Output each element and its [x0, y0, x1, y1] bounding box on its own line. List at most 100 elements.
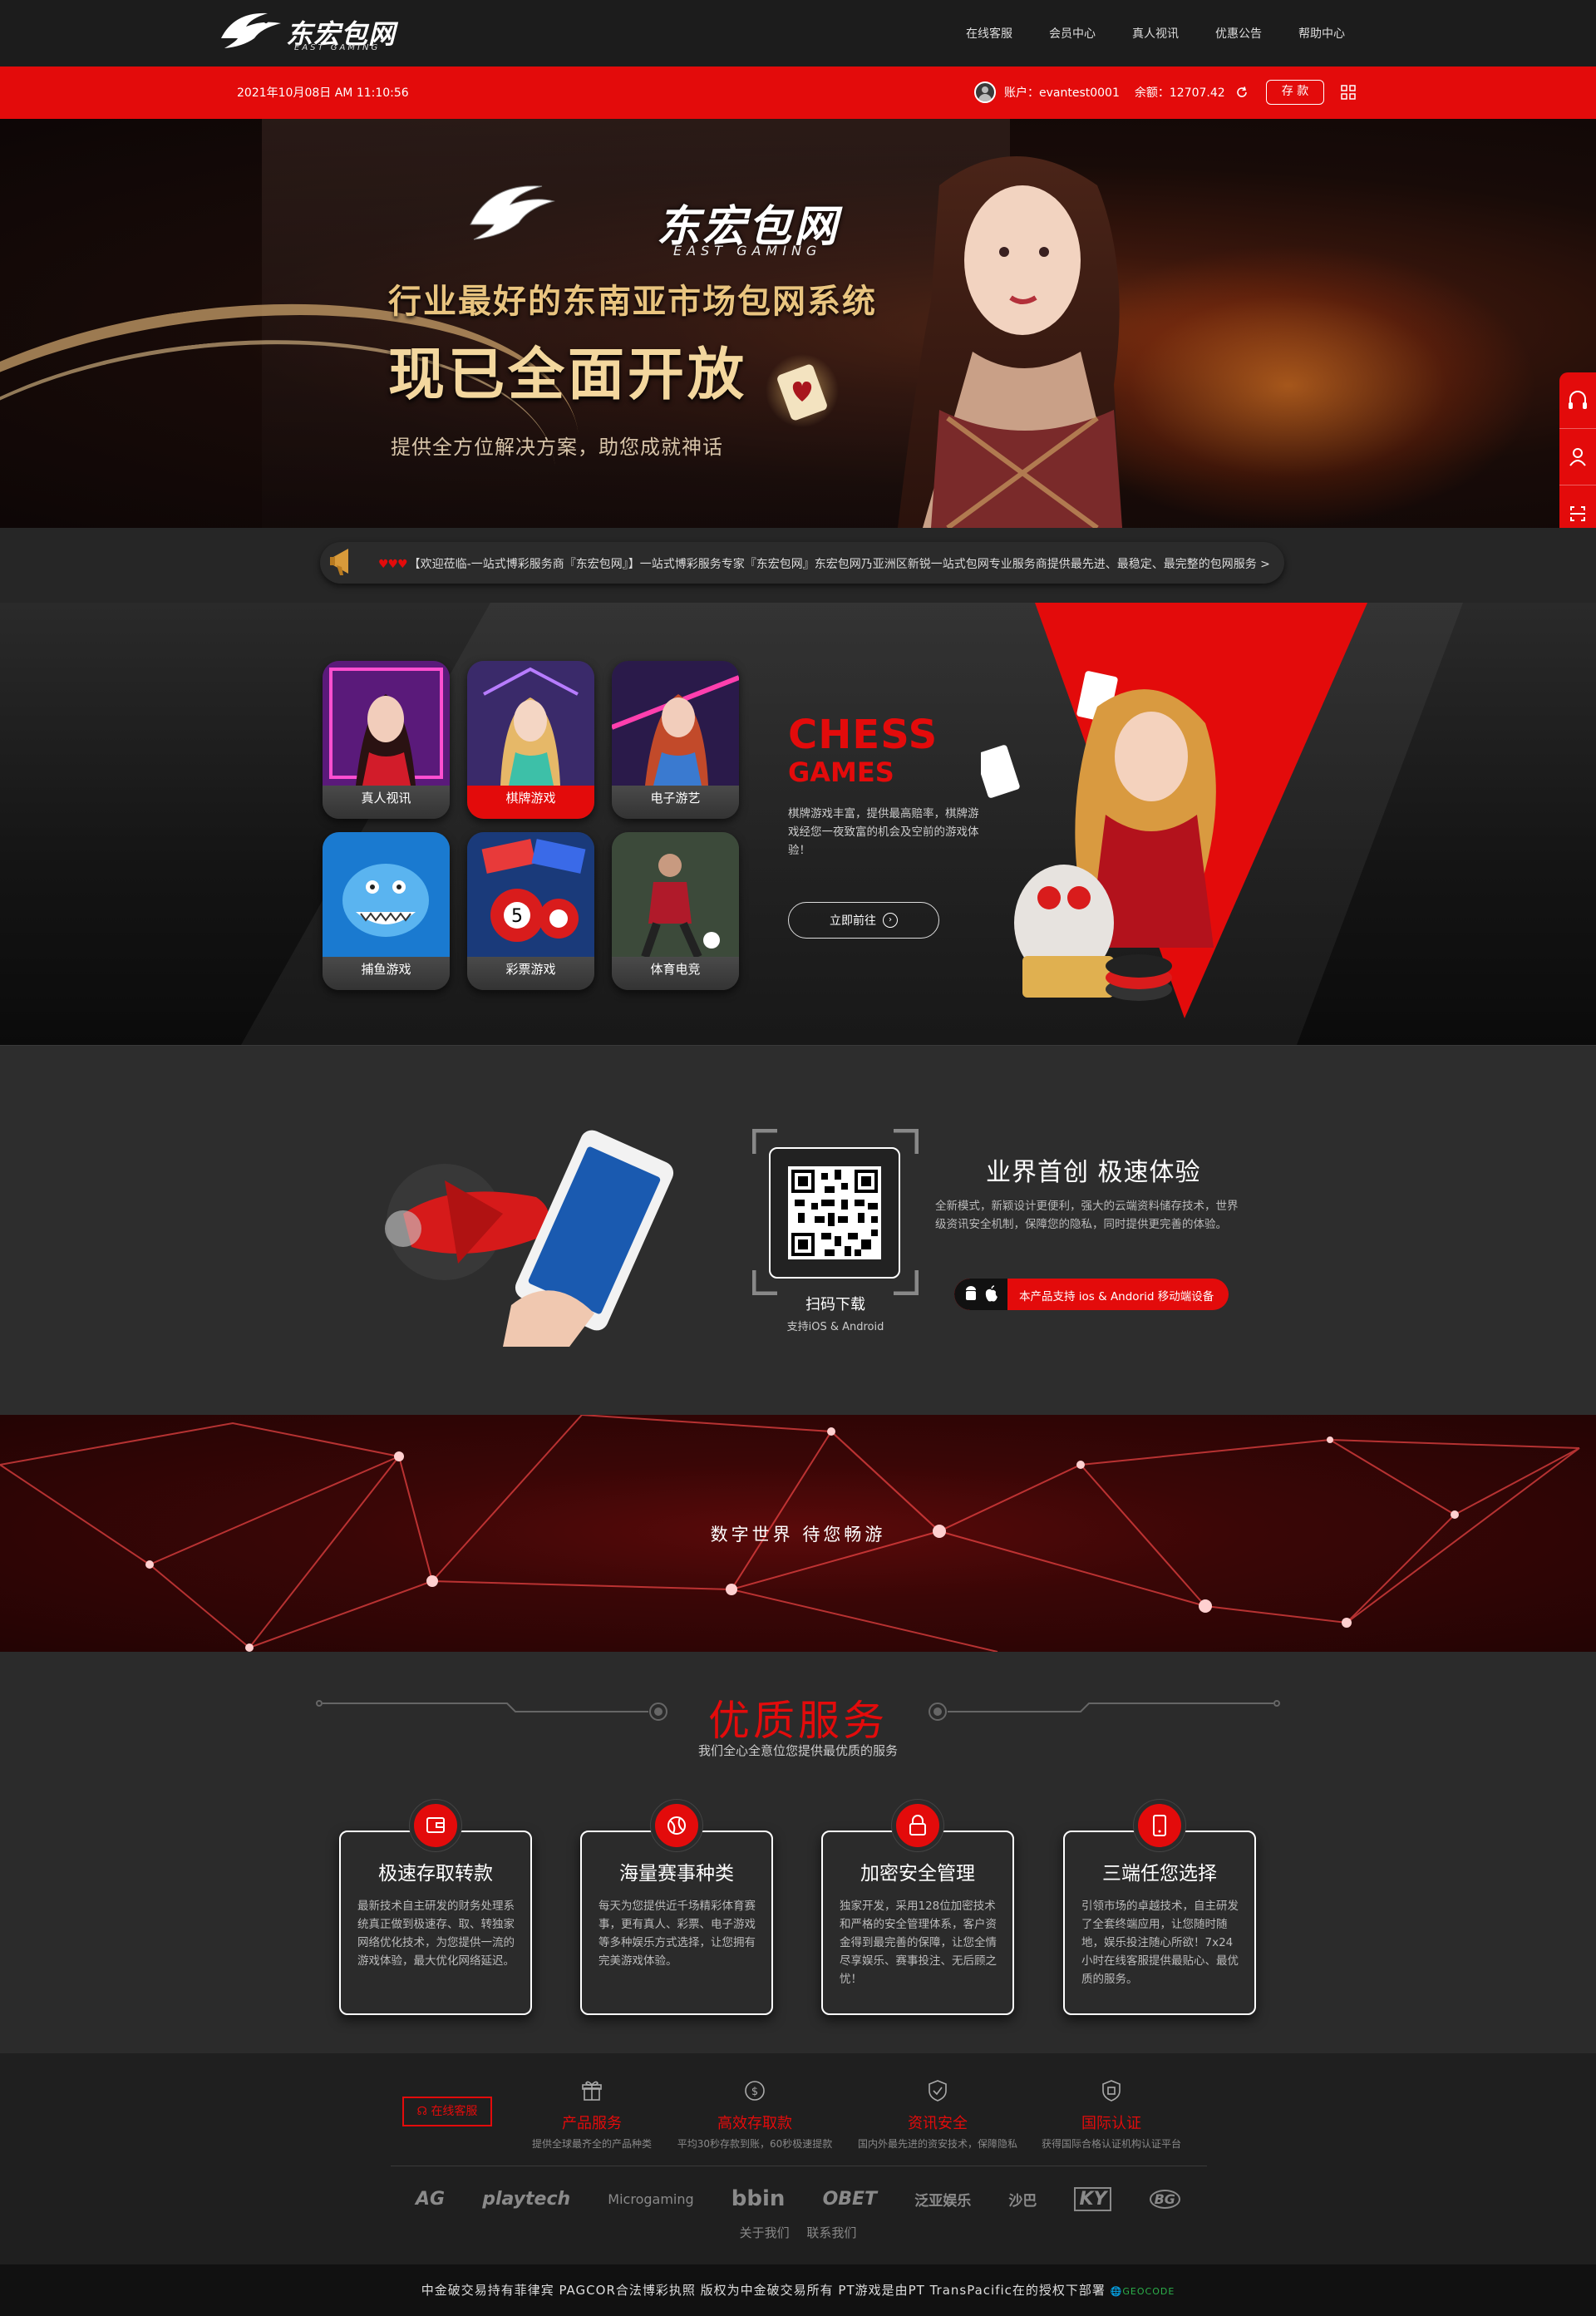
partner-logo-bbin: bbin [731, 2186, 786, 2211]
megaphone-icon [330, 549, 348, 575]
services-subtitle: 我们全心全意位您提供最优质的服务 [697, 1743, 898, 1758]
chess-games-image [467, 661, 594, 786]
footer-feature: 资讯安全 国内外最先进的资安技术，保障隐私 [846, 2078, 1029, 2151]
feature-title: 高效存取款 [717, 2115, 792, 2132]
banner-eagle-icon [470, 185, 555, 240]
app-promo-image [385, 1130, 674, 1347]
deposit-button[interactable]: 存 款 [1266, 80, 1324, 105]
geocode-badge: 🌐GEOCODE [1111, 2286, 1175, 2297]
service-description: 独家开发，采用128位加密技术和严格的安全管理体系，客户资金得到最完善的保障，让… [840, 1900, 997, 1986]
chess-title: CHESS [788, 712, 938, 758]
wallet-icon [410, 1800, 461, 1851]
feature-description: 获得国际合格认证机构认证平台 [1041, 2138, 1181, 2150]
account-balance: 余额：12707.42 [1134, 86, 1225, 100]
site-logo[interactable]: 东宏包网 EAST GAMING [218, 5, 409, 53]
account-info: 账户：evantest0001 余额：12707.42 [974, 78, 1249, 106]
account-name: 账户：evantest0001 [1004, 86, 1120, 100]
svg-text:5: 5 [511, 906, 523, 927]
network-slogan: 数字世界 待您畅游 [710, 1525, 886, 1545]
fishing-image [323, 832, 450, 957]
os-icons [954, 1279, 1007, 1310]
headset-icon: ☊ [416, 2105, 431, 2118]
game-card-label: 真人视讯 [323, 786, 450, 819]
footer-feature: 产品服务 提供全球最齐全的产品种类 [500, 2078, 683, 2151]
refresh-icon[interactable] [1235, 86, 1249, 99]
nav-promotions[interactable]: 优惠公告 [1197, 25, 1280, 42]
footer-feature: 国际认证 获得国际合格认证机构认证平台 [1020, 2078, 1203, 2151]
current-datetime: 2021年10月08日 AM 11:10:56 [237, 86, 409, 100]
download-description: 全新模式，新颖设计更便利，强大的云端资料储存技术，世界级资讯安全机制，保障您的隐… [935, 1200, 1239, 1231]
game-card-live-casino[interactable]: 真人视讯 [323, 661, 450, 819]
arrow-right-icon: › [883, 913, 898, 928]
partner-logo-microgaming: Microgaming [608, 2190, 694, 2207]
scan-download-label: 扫码下载 [805, 1296, 865, 1313]
grid-menu-icon[interactable] [1340, 84, 1357, 101]
footer-live-chat-button[interactable]: ☊ 在线客服 [402, 2097, 492, 2126]
live-casino-image [323, 661, 450, 786]
ball-icon [651, 1800, 702, 1851]
game-card-slots[interactable]: 电子游艺 [612, 661, 739, 819]
nav-member-center[interactable]: 会员中心 [1031, 25, 1114, 42]
chess-mascot-image [981, 671, 1216, 1001]
service-card[interactable]: 极速存取转款 最新技术自主研发的财务处理系统真正做到极速存、取、转独家网络优化技… [339, 1831, 532, 2015]
geocode-label: GEOCODE [1122, 2286, 1175, 2297]
platform-support-badge: 本产品支持 ios & Andorid 移动端设备 [954, 1279, 1229, 1310]
partner-logo-playtech: playtech [482, 2188, 571, 2210]
about-us-link[interactable]: 关于我们 [740, 2225, 790, 2240]
partner-logo-obet: OBET [822, 2188, 878, 2210]
banner-logo-subtext: EAST GAMING [673, 243, 822, 259]
lottery-image: 5 [467, 832, 594, 957]
service-title: 极速存取转款 [378, 1863, 493, 1885]
slots-image [612, 661, 739, 786]
announcement-text: ♥♥♥ 【欢迎莅临-一站式博彩服务商『东宏包网』】一站式博彩服务专家『东宏包网』东… [378, 555, 1270, 572]
feature-description: 平均30秒存款到账，60秒极速提款 [677, 2138, 833, 2150]
nav-live-support[interactable]: 在线客服 [948, 25, 1031, 42]
service-card[interactable]: 海量赛事种类 每天为您提供近千场精彩体育赛事，更有真人、彩票、电子游戏等多种娱乐… [580, 1831, 773, 2015]
avatar-icon [974, 81, 996, 103]
feature-description: 提供全球最齐全的产品种类 [531, 2138, 652, 2150]
game-card-fishing[interactable]: 捕鱼游戏 [323, 832, 450, 990]
hero-banner[interactable] [0, 119, 1596, 528]
announcement-message: 【欢迎莅临-一站式博彩服务商『东宏包网』】一站式博彩服务专家『东宏包网』东宏包网… [408, 558, 1270, 571]
footer-links: 关于我们 联系我们 [0, 2224, 1596, 2241]
feature-title: 资讯安全 [908, 2115, 968, 2132]
user-icon [1569, 448, 1586, 466]
copyright-message: 中金破交易持有菲律宾 PAGCOR合法博彩执照 版权为中金破交易所有 PT游戏是… [421, 2283, 1106, 2298]
feature-title: 国际认证 [1081, 2115, 1141, 2132]
headset-icon [1569, 391, 1587, 409]
svg-text:$: $ [751, 2086, 758, 2098]
game-card-lottery[interactable]: 5 彩票游戏 [467, 832, 594, 990]
lock-icon [892, 1800, 943, 1851]
feature-title: 产品服务 [562, 2115, 622, 2132]
footer-feature: $ 高效存取款 平均30秒存款到账，60秒极速提款 [663, 2078, 846, 2151]
game-card-chess[interactable]: 棋牌游戏 [467, 661, 594, 819]
playing-card-icon [766, 354, 839, 427]
services-title: 优质服务 [708, 1697, 888, 1745]
nav-help-center[interactable]: 帮助中心 [1280, 25, 1363, 42]
platform-support-text: 本产品支持 ios & Andorid 移动端设备 [1019, 1290, 1214, 1303]
dollar-icon: $ [745, 2081, 765, 2101]
qr-code-icon[interactable] [788, 1166, 881, 1259]
download-title: 业界首创 极速体验 [986, 1158, 1201, 1187]
partner-logo-bg: BG [1149, 2189, 1180, 2209]
feature-description: 国内外最先进的资安技术，保障隐私 [857, 2138, 1017, 2150]
side-account-button[interactable] [1559, 429, 1596, 485]
contact-us-link[interactable]: 联系我们 [806, 2225, 856, 2240]
game-card-label: 捕鱼游戏 [323, 957, 450, 990]
service-card[interactable]: 加密安全管理 独家开发，采用128位加密技术和严格的安全管理体系，客户资金得到最… [821, 1831, 1014, 2015]
go-now-button[interactable]: 立即前往 › [788, 902, 939, 939]
game-card-label: 电子游艺 [612, 786, 739, 819]
game-card-sports[interactable]: 体育电竞 [612, 832, 739, 990]
service-description: 最新技术自主研发的财务处理系统真正做到极速存、取、转独家网络优化技术，为您提供一… [357, 1900, 515, 1968]
partner-logo-shaba: 沙巴 [1008, 2192, 1037, 2210]
side-support-button[interactable] [1559, 372, 1596, 429]
service-card[interactable]: 三端任您选择 引领市场的卓越技术，自主研发了全套终端应用，让您随时随地，娱乐投注… [1063, 1831, 1256, 2015]
partner-logo-ag: AG [416, 2188, 446, 2210]
globe-icon: 🌐 [1110, 2286, 1123, 2297]
go-now-label: 立即前往 [830, 914, 876, 928]
chess-description: 棋牌游戏丰富，提供最高赔率，棋牌游戏经您一夜致富的机会及空前的游戏体验！ [788, 807, 979, 857]
banner-subline: 提供全方位解决方案，助您成就神话 [391, 436, 723, 459]
main-nav: 在线客服 会员中心 真人视讯 优惠公告 帮助中心 [948, 0, 1363, 67]
nav-live-casino[interactable]: 真人视讯 [1114, 25, 1197, 42]
game-card-label: 棋牌游戏 [467, 786, 594, 819]
